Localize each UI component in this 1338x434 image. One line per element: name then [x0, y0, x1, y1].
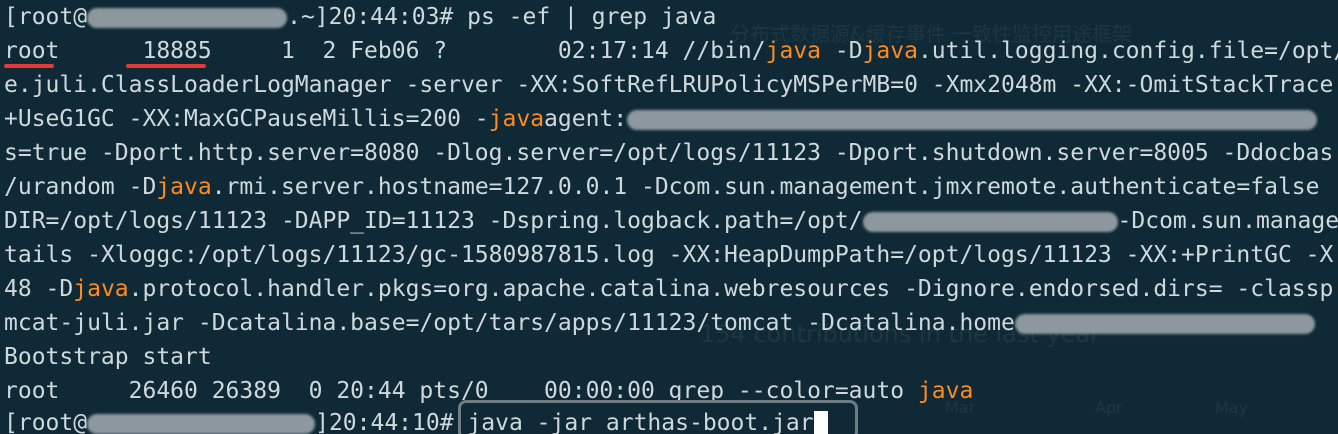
keyword-java: java [73, 276, 129, 302]
prompt-line-1: [root@ .~]20:44:03# ps -ef | grep java [4, 0, 716, 34]
output-line-2: e.juli.ClassLoaderLogManager -server -XX… [4, 68, 1333, 102]
prompt-suffix: ]20:44:10# [315, 410, 468, 434]
output-line-8: 48 -Djava.protocol.handler.pkgs=org.apac… [4, 272, 1333, 306]
process-user: root [4, 38, 60, 64]
prompt-prefix: [root@ [4, 4, 88, 30]
prompt-suffix: .~]20:44:03# [287, 4, 468, 30]
output-text: tails -Xloggc:/opt/logs/11123/gc-1580987… [4, 242, 1334, 268]
redacted-hostname [87, 7, 288, 28]
redacted-catalina-home [1014, 313, 1315, 334]
ghost-text-may: May [1215, 398, 1249, 417]
terminal-window[interactable]: 分布式数据源&缓存事件 一致性监控用途框架 154 contributions … [0, 0, 1338, 434]
output-text: /urandom -D [4, 174, 157, 200]
output-text: +UseG1GC -XX:MaxGCPauseMillis=200 - [4, 106, 489, 132]
keyword-java: java [862, 38, 918, 64]
redacted-agent-path [627, 109, 1318, 130]
command-highlight-box [458, 400, 858, 434]
output-text: -Dcom.sun.manage [1117, 208, 1338, 234]
output-text: e.juli.ClassLoaderLogManager -server -XX… [4, 72, 1334, 98]
output-text: .util.logging.config.file=/opt/ [917, 38, 1338, 64]
process-info: 1 2 Feb06 ? 02:17:14 //bin/ [211, 38, 766, 64]
keyword-java: java [917, 378, 974, 404]
output-text: Bootstrap start [4, 344, 212, 370]
output-line-10: Bootstrap start [4, 340, 212, 374]
redacted-hostname [87, 413, 316, 434]
output-text: s=true -Dport.http.server=8080 -Dlog.ser… [4, 140, 1334, 166]
output-text: .protocol.handler.pkgs=org.apache.catali… [128, 276, 1334, 302]
output-text: agent: [544, 106, 628, 132]
keyword-java: java [488, 106, 545, 132]
keyword-java: java [765, 38, 822, 64]
output-text: 48 -D [4, 276, 74, 302]
output-line-9: mcat-juli.jar -Dcatalina.base=/opt/tars/… [4, 306, 1315, 340]
redacted-logback-path [862, 211, 1118, 232]
ghost-text-apr: Apr [1095, 398, 1123, 417]
output-line-1: root 18885 1 2 Feb06 ? 02:17:14 //bin/ja… [4, 34, 1338, 68]
prompt-prefix: [root@ [4, 410, 88, 434]
output-line-3: +UseG1GC -XX:MaxGCPauseMillis=200 -javaa… [4, 102, 1318, 136]
process-pid: 18885 [142, 38, 212, 64]
keyword-java: java [156, 174, 212, 200]
output-text: mcat-juli.jar -Dcatalina.base=/opt/tars/… [4, 310, 1015, 336]
output-text: DIR=/opt/logs/11123 -DAPP_ID=11123 -Dspr… [4, 208, 863, 234]
output-line-6: DIR=/opt/logs/11123 -DAPP_ID=11123 -Dspr… [4, 204, 1338, 238]
output-line-5: /urandom -Djava.rmi.server.hostname=127.… [4, 170, 1320, 204]
command-text: ps -ef | grep java [467, 4, 717, 30]
output-line-4: s=true -Dport.http.server=8080 -Dlog.ser… [4, 136, 1333, 170]
output-text: -D [821, 38, 863, 64]
output-text: .rmi.server.hostname=127.0.0.1 -Dcom.sun… [211, 174, 1320, 200]
output-line-7: tails -Xloggc:/opt/logs/11123/gc-1580987… [4, 238, 1333, 272]
